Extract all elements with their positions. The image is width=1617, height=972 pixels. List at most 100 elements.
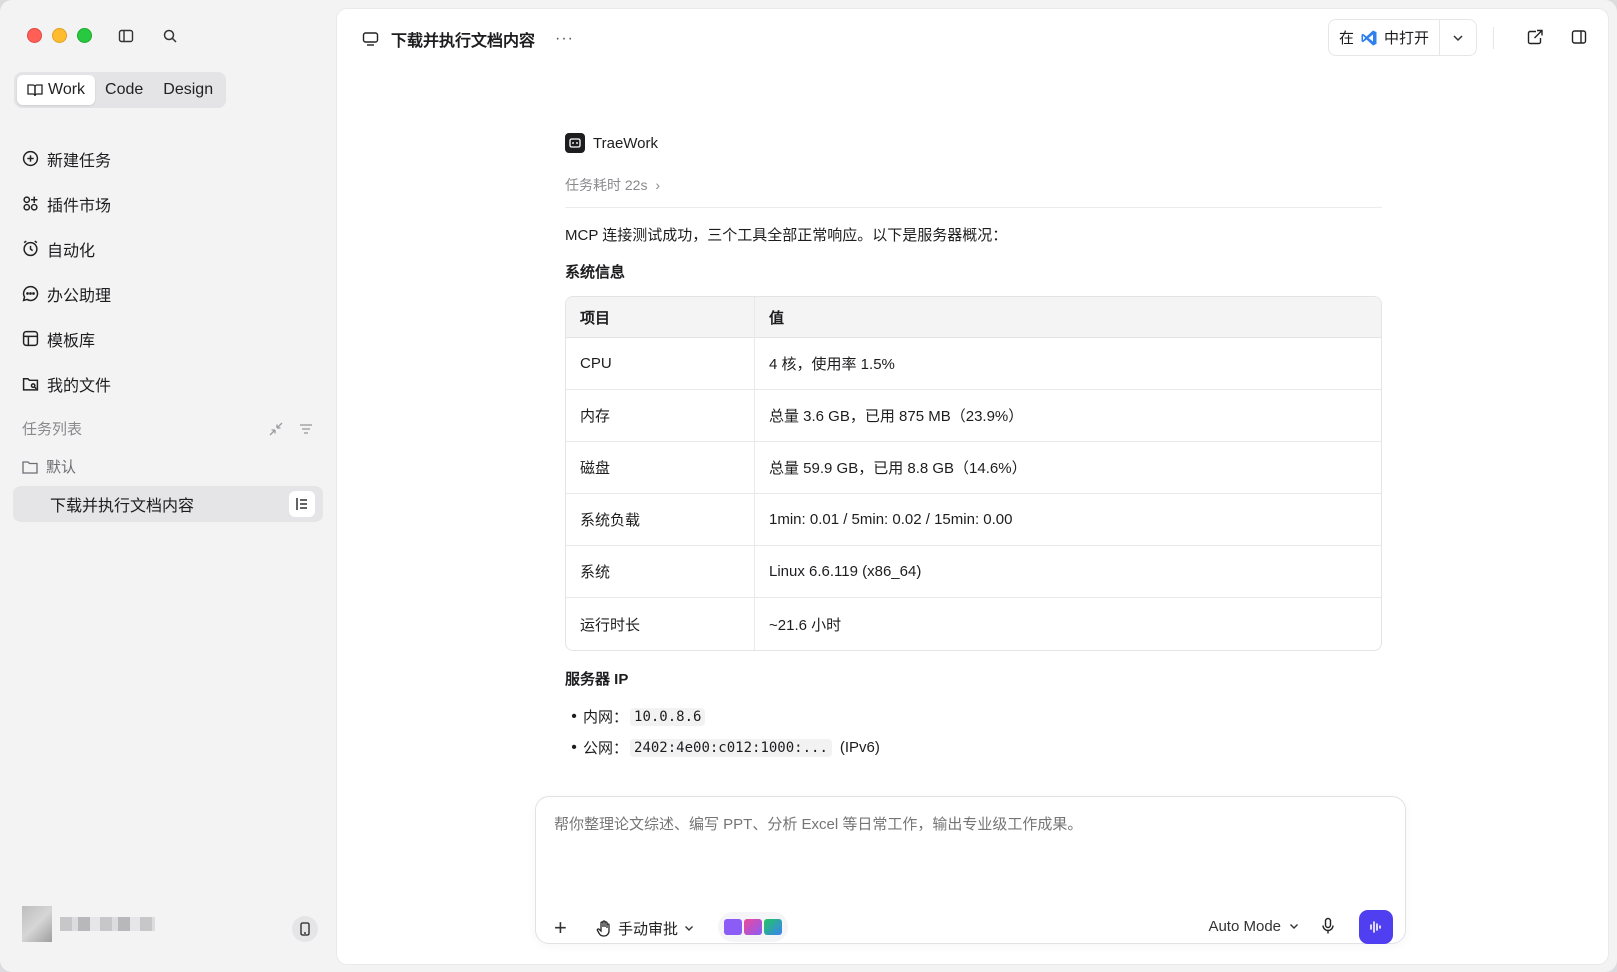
book-icon [27, 84, 43, 97]
table-cell: 磁盘 [566, 442, 755, 494]
approval-label: 手动审批 [618, 921, 679, 938]
open-in-prefix: 在 [1339, 30, 1355, 47]
table-row: 磁盘 总量 59.9 GB，已用 8.8 GB（14.6%） [566, 442, 1381, 494]
page-title: 下载并执行文档内容 [391, 33, 536, 50]
sidebar-item-plugins[interactable]: 插件市场 [22, 181, 111, 226]
server-ip-heading: 服务器 IP [565, 671, 629, 688]
sidebar: Work Code Design 新建任务 插件市场 自动化 办公助理 模板库 … [0, 0, 337, 972]
open-in-main[interactable]: 在 中打开 [1329, 20, 1441, 55]
main-panel: 下载并执行文档内容 ··· 在 中打开 TraeWork 任务耗时 22s › … [337, 9, 1608, 964]
mode-tab-code[interactable]: Code [95, 75, 153, 105]
sidebar-item-label: 插件市场 [47, 197, 112, 215]
table-cell: Linux 6.6.119 (x86_64) [755, 546, 1381, 598]
bullet: • [571, 707, 577, 725]
video-tool-icon[interactable] [724, 919, 742, 935]
collapse-icon[interactable] [268, 421, 284, 437]
add-attachment-button[interactable]: + [554, 917, 567, 939]
sidebar-item-new-task[interactable]: 新建任务 [22, 136, 111, 181]
user-name-redacted [60, 917, 155, 931]
sidebar-toggle-icon[interactable] [116, 26, 136, 46]
maximize-window-button[interactable] [77, 28, 92, 43]
agent-header: TraeWork [565, 133, 1382, 153]
panel-toggle-icon[interactable] [1569, 27, 1589, 47]
table-cell: 运行时长 [566, 598, 755, 650]
more-options-button[interactable]: ··· [555, 30, 574, 48]
traework-logo-icon [565, 133, 585, 153]
chevron-right-icon: › [655, 177, 661, 193]
sidebar-item-my-files[interactable]: 我的文件 [22, 361, 111, 406]
table-header: 项目 [566, 297, 755, 338]
list-item: • 内网： 10.0.8.6 [565, 701, 1382, 732]
mode-label: Code [105, 81, 144, 98]
folder-default[interactable]: 默认 [22, 456, 76, 477]
sidebar-item-automation[interactable]: 自动化 [22, 226, 111, 271]
plugins-icon [23, 196, 38, 211]
window-controls [27, 28, 92, 43]
app-window: Work Code Design 新建任务 插件市场 自动化 办公助理 模板库 … [0, 0, 1617, 972]
user-profile[interactable] [22, 906, 155, 942]
open-in-suffix: 中打开 [1384, 30, 1430, 47]
vscode-icon [1361, 30, 1377, 45]
close-window-button[interactable] [27, 28, 42, 43]
share-icon[interactable] [1525, 27, 1545, 47]
mode-tab-work[interactable]: Work [17, 75, 96, 105]
chevron-down-icon [685, 926, 694, 931]
divider [1493, 27, 1494, 49]
sidebar-item-templates[interactable]: 模板库 [22, 316, 111, 361]
sidebar-item-label: 我的文件 [47, 377, 112, 395]
sidebar-item-office-assistant[interactable]: 办公助理 [22, 271, 111, 316]
public-ip-suffix: (IPv6) [839, 739, 880, 756]
auto-mode-dropdown[interactable]: Auto Mode [1208, 918, 1299, 935]
table-cell: 系统 [566, 546, 755, 598]
files-icon [22, 377, 39, 391]
table-cell: 内存 [566, 390, 755, 442]
task-list-icon[interactable] [289, 491, 315, 517]
ip-list: • 内网： 10.0.8.6 • 公网： 2402:4e00:c012:1000… [565, 701, 1382, 763]
table-row: 内存 总量 3.6 GB，已用 875 MB（23.9%） [566, 390, 1381, 442]
filter-icon[interactable] [298, 421, 314, 437]
mode-tab-design[interactable]: Design [153, 75, 223, 105]
design-tool-icon[interactable] [764, 919, 782, 935]
clock-icon [23, 240, 38, 257]
task-list-header: 任务列表 [22, 418, 314, 439]
folder-label: 默认 [46, 459, 77, 476]
table-cell: 总量 3.6 GB，已用 875 MB（23.9%） [755, 390, 1381, 442]
voice-send-button[interactable] [1359, 910, 1393, 944]
minimize-window-button[interactable] [52, 28, 67, 43]
intro-text: MCP 连接测试成功，三个工具全部正常响应。以下是服务器概况： [565, 227, 1008, 244]
prompt-input[interactable] [554, 816, 1374, 833]
avatar [22, 906, 52, 942]
table-row: 系统负载 1min: 0.01 / 5min: 0.02 / 15min: 0.… [566, 494, 1381, 546]
approval-mode-dropdown[interactable]: 手动审批 [596, 918, 694, 939]
mode-label: Design [163, 81, 214, 98]
plus-circle-icon [22, 150, 39, 167]
tool-icons-group[interactable] [718, 912, 788, 942]
sidebar-item-label: 办公助理 [47, 287, 112, 305]
table-cell: 4 核，使用率 1.5% [755, 338, 1381, 390]
template-icon [22, 330, 39, 347]
chevron-down-icon[interactable] [1440, 34, 1476, 42]
table-cell: 总量 59.9 GB，已用 8.8 GB（14.6%） [755, 442, 1381, 494]
waveform-icon [1370, 921, 1381, 933]
chat-icon [22, 285, 39, 302]
task-item-active[interactable]: 下载并执行文档内容 [13, 486, 323, 522]
agent-name: TraeWork [593, 134, 659, 152]
task-list-title: 任务列表 [22, 421, 83, 438]
table-row: CPU 4 核，使用率 1.5% [566, 338, 1381, 390]
mode-label: Auto Mode [1208, 918, 1281, 935]
device-icon[interactable] [292, 916, 318, 942]
open-in-editor-button[interactable]: 在 中打开 [1328, 19, 1477, 56]
task-item-label: 下载并执行文档内容 [50, 498, 195, 515]
public-label: 公网： [583, 740, 629, 757]
chevron-down-icon [1290, 924, 1298, 929]
search-icon[interactable] [160, 26, 180, 46]
table-header: 值 [755, 297, 1381, 338]
task-duration[interactable]: 任务耗时 22s › [565, 175, 1382, 208]
table-cell: ~21.6 小时 [769, 616, 842, 634]
list-item: • 公网： 2402:4e00:c012:1000:... (IPv6) [565, 732, 1382, 763]
microphone-icon[interactable] [1321, 917, 1335, 939]
image-tool-icon[interactable] [744, 919, 762, 935]
public-ip: 2402:4e00:c012:1000:... [630, 738, 832, 757]
system-info-table: 项目 值 CPU 4 核，使用率 1.5% 内存 总量 3.6 GB，已用 87… [565, 296, 1382, 651]
message-content: TraeWork 任务耗时 22s › MCP 连接测试成功，三个工具全部正常响… [565, 133, 1382, 763]
